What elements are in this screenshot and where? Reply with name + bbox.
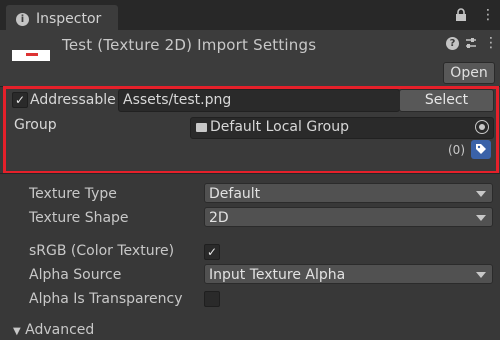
alpha-source-value: Input Texture Alpha xyxy=(209,267,346,283)
advanced-label: Advanced xyxy=(25,322,95,338)
triangle-down-icon: ▼ xyxy=(13,326,21,337)
folder-icon xyxy=(196,123,207,132)
group-value: Default Local Group xyxy=(210,119,349,135)
labels-count: (0) xyxy=(448,143,465,157)
group-field[interactable]: Default Local Group xyxy=(190,117,494,139)
select-button[interactable]: Select xyxy=(399,89,494,112)
addressable-label: Addressable xyxy=(30,92,116,108)
chevron-down-icon xyxy=(476,272,486,278)
lock-icon[interactable] xyxy=(455,8,467,26)
labels-button[interactable] xyxy=(471,140,491,159)
page-title: Test (Texture 2D) Import Settings xyxy=(62,36,317,54)
texture-type-value: Default xyxy=(209,186,261,202)
texture-shape-value: 2D xyxy=(209,210,229,226)
tab-title: Inspector xyxy=(36,11,102,27)
help-icon[interactable]: ? xyxy=(446,37,459,50)
object-picker-icon[interactable] xyxy=(475,120,489,134)
texture-type-label: Texture Type xyxy=(29,186,117,202)
header-more-icon[interactable]: ⋮ xyxy=(484,35,498,51)
addressable-checkbox[interactable]: ✓ xyxy=(12,92,28,108)
chevron-down-icon xyxy=(476,191,486,197)
open-button[interactable]: Open xyxy=(443,62,495,84)
address-path-field[interactable]: Assets/test.png xyxy=(118,89,400,112)
preset-icon[interactable] xyxy=(464,36,478,54)
advanced-foldout[interactable]: ▼ Advanced xyxy=(13,322,94,338)
alpha-transparency-label: Alpha Is Transparency xyxy=(29,291,183,307)
info-icon: i xyxy=(16,13,29,26)
more-options-icon[interactable]: ⋮ xyxy=(481,7,495,23)
divider xyxy=(0,173,500,174)
chevron-down-icon xyxy=(476,215,486,221)
texture-shape-label: Texture Shape xyxy=(29,210,129,226)
texture-shape-dropdown[interactable]: 2D xyxy=(204,207,493,227)
alpha-source-label: Alpha Source xyxy=(29,267,122,283)
texture-thumbnail xyxy=(12,50,50,61)
srgb-checkbox[interactable]: ✓ xyxy=(204,244,220,260)
tag-icon xyxy=(476,144,486,154)
alpha-transparency-checkbox[interactable] xyxy=(204,291,220,307)
group-label: Group xyxy=(14,117,57,133)
alpha-source-dropdown[interactable]: Input Texture Alpha xyxy=(204,264,493,284)
texture-type-dropdown[interactable]: Default xyxy=(204,183,493,203)
srgb-label: sRGB (Color Texture) xyxy=(29,243,175,259)
